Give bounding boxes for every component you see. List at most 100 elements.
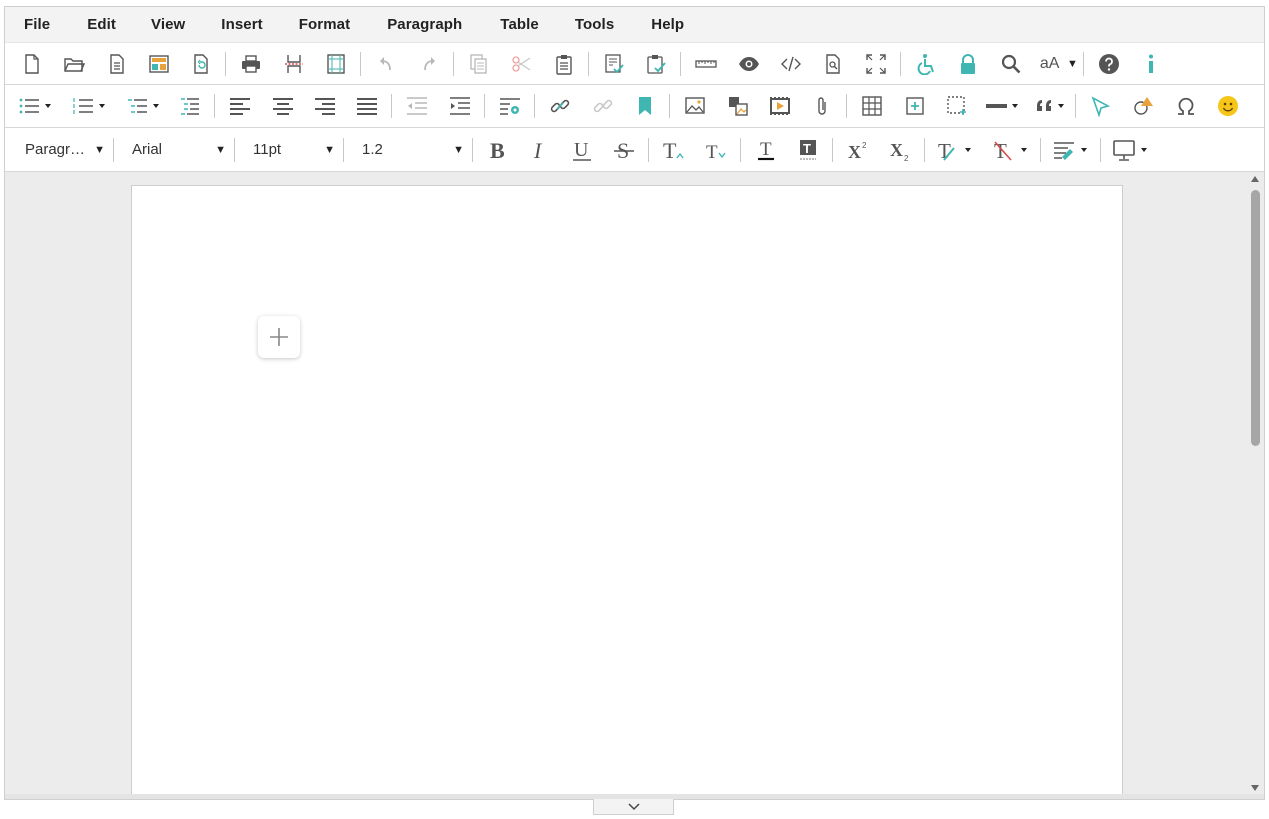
chevron-down-icon: ▼ (94, 143, 105, 156)
undo-button[interactable] (369, 47, 403, 81)
menu-file[interactable]: File (24, 16, 50, 33)
vertical-scrollbar[interactable] (1246, 172, 1264, 795)
menu-table[interactable]: Table (500, 16, 539, 33)
find-replace-button[interactable] (994, 47, 1028, 81)
table-of-contents-button[interactable] (173, 89, 207, 123)
restrict-editing-button[interactable] (951, 47, 985, 81)
background-color-button[interactable]: T (791, 133, 825, 167)
menu-edit[interactable]: Edit (87, 16, 116, 33)
menu-format[interactable]: Format (299, 16, 350, 33)
bullet-list-button[interactable] (15, 89, 55, 123)
align-justify-icon (357, 98, 378, 115)
align-left-button[interactable] (223, 89, 257, 123)
insert-bookmark-button[interactable] (628, 89, 662, 123)
page-break-button[interactable] (277, 47, 311, 81)
fullscreen-button[interactable] (859, 47, 893, 81)
scroll-up-arrow-icon[interactable] (1251, 176, 1259, 182)
preview-button[interactable] (732, 47, 766, 81)
insert-video-button[interactable] (763, 89, 797, 123)
text-color-button[interactable]: T (749, 133, 783, 167)
scroll-thumb[interactable] (1251, 190, 1260, 446)
cut-button[interactable] (504, 47, 538, 81)
italic-button[interactable]: I (523, 133, 557, 167)
font-size-toggle[interactable]: aA ▼ (1036, 48, 1080, 80)
font-size-select[interactable]: 11pt ▼ (243, 134, 341, 166)
line-height-select[interactable]: 1.2 ▼ (352, 134, 470, 166)
increase-font-button[interactable]: T (657, 133, 691, 167)
main-toolbar: aA ▼ (5, 42, 1264, 85)
accessibility-checker-button[interactable] (909, 47, 943, 81)
insert-link-button[interactable] (543, 89, 577, 123)
paste-plain-text-button[interactable] (639, 47, 673, 81)
align-justify-button[interactable] (350, 89, 384, 123)
clear-formatting-button[interactable]: T (989, 133, 1033, 167)
menu-tools[interactable]: Tools (575, 16, 614, 33)
document-template-button[interactable] (100, 47, 134, 81)
remove-link-button[interactable] (586, 89, 620, 123)
bold-button[interactable]: B (481, 133, 515, 167)
align-right-button[interactable] (308, 89, 342, 123)
copy-format-button[interactable]: T (933, 133, 977, 167)
insert-gallery-button[interactable] (721, 89, 755, 123)
page-margins-button[interactable] (319, 47, 353, 81)
about-button[interactable] (1134, 47, 1168, 81)
numbered-list-button[interactable] (69, 89, 109, 123)
superscript-button[interactable]: X2 (841, 133, 875, 167)
italic-icon: I (533, 138, 543, 162)
chevron-down-icon: ▼ (1066, 57, 1078, 70)
menu-insert[interactable]: Insert (221, 16, 262, 33)
indent-button[interactable] (443, 89, 477, 123)
layout-templates-button[interactable] (142, 47, 176, 81)
outdent-button[interactable] (400, 89, 434, 123)
open-button[interactable] (57, 47, 91, 81)
font-family-select[interactable]: Arial ▼ (122, 134, 232, 166)
svg-text:2: 2 (904, 154, 909, 162)
insert-text-box-button[interactable] (898, 89, 932, 123)
chevron-down-icon: ▼ (324, 143, 335, 156)
svg-text:S: S (617, 138, 629, 162)
new-document-button[interactable] (15, 47, 49, 81)
horizontal-line-button[interactable] (982, 89, 1022, 123)
multilevel-list-button[interactable] (123, 89, 163, 123)
decrease-font-button[interactable]: T (699, 133, 733, 167)
copy-icon (470, 53, 487, 74)
insert-attachment-button[interactable] (805, 89, 839, 123)
add-block-button[interactable] (258, 316, 300, 358)
document-page[interactable] (131, 185, 1123, 799)
insert-table-button[interactable] (855, 89, 889, 123)
help-button[interactable] (1092, 47, 1126, 81)
paragraph-settings-button[interactable] (493, 89, 527, 123)
block-format-select[interactable]: Paragr… ▼ (15, 134, 111, 166)
new-document-icon (25, 53, 39, 74)
view-mode-button[interactable] (1109, 133, 1153, 167)
collapse-toolbar-button[interactable] (593, 799, 674, 815)
find-in-document-button[interactable] (816, 47, 850, 81)
subscript-button[interactable]: X2 (883, 133, 917, 167)
align-center-button[interactable] (266, 89, 300, 123)
redo-button[interactable] (412, 47, 446, 81)
separator (740, 137, 741, 162)
menu-view[interactable]: View (151, 16, 185, 33)
paste-button[interactable] (547, 47, 581, 81)
blockquote-button[interactable] (1032, 89, 1072, 123)
select-element-button[interactable] (1084, 89, 1118, 123)
styles-button[interactable] (1049, 133, 1093, 167)
insert-div-button[interactable] (940, 89, 974, 123)
insert-shape-button[interactable] (1127, 89, 1161, 123)
special-character-button[interactable] (1169, 89, 1203, 123)
strikethrough-button[interactable]: S (607, 133, 641, 167)
copy-button[interactable] (462, 47, 496, 81)
menu-paragraph[interactable]: Paragraph (387, 16, 462, 33)
separator (452, 51, 454, 76)
link-icon (551, 99, 570, 113)
paste-from-word-button[interactable] (597, 47, 631, 81)
menu-help[interactable]: Help (651, 16, 684, 33)
print-button[interactable] (234, 47, 268, 81)
restore-draft-button[interactable] (184, 47, 218, 81)
source-code-button[interactable] (774, 47, 808, 81)
insert-image-button[interactable] (678, 89, 712, 123)
ruler-button[interactable] (689, 47, 723, 81)
emoji-button[interactable] (1211, 89, 1245, 123)
underline-button[interactable]: U (565, 133, 599, 167)
scroll-down-arrow-icon[interactable] (1251, 785, 1259, 791)
